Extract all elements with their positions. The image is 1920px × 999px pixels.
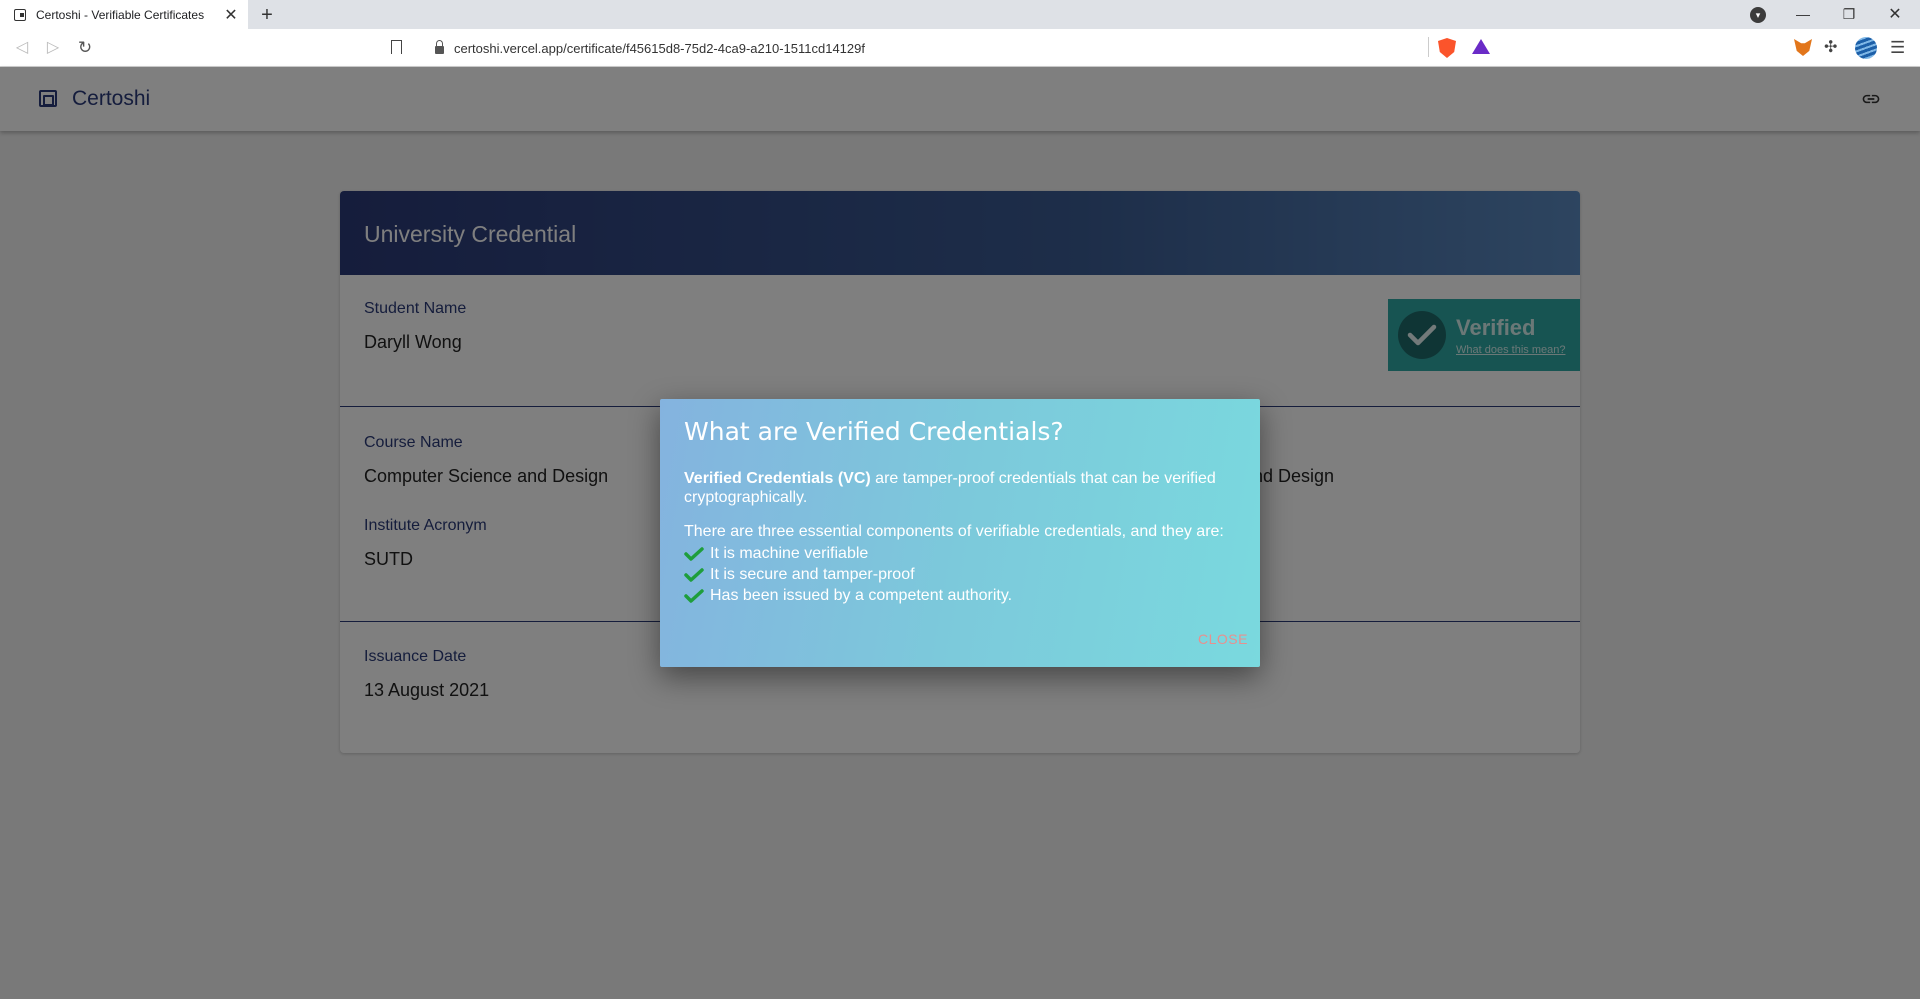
address-bar-divider [1428,37,1429,57]
browser-toolbar: ◁ ▷ ↻ certoshi.vercel.app/certificate/f4… [0,29,1920,67]
dialog-intro: Verified Credentials (VC) are tamper-pro… [684,469,1244,507]
window-close-icon[interactable]: ✕ [1872,0,1918,29]
extensions-puzzle-icon[interactable]: ✣ [1824,39,1841,56]
tab-search-icon[interactable]: ▾ [1750,7,1766,23]
forward-icon[interactable]: ▷ [42,37,64,59]
component-text: It is machine verifiable [710,545,869,562]
list-item: It is machine verifiable [684,543,1244,564]
components-intro: There are three essential components of … [684,523,1224,540]
close-button[interactable]: CLOSE [1198,631,1248,647]
vc-term: Verified Credentials (VC) [684,470,871,487]
dialog-body: Verified Credentials (VC) are tamper-pro… [684,469,1244,606]
browser-tab[interactable]: Certoshi - Verifiable Certificates ✕ [0,0,248,29]
url-text[interactable]: certoshi.vercel.app/certificate/f45615d8… [454,41,865,56]
tab-title: Certoshi - Verifiable Certificates [36,7,205,22]
tab-close-icon[interactable]: ✕ [220,5,242,25]
green-check-icon [684,546,704,561]
dialog-title: What are Verified Credentials? [684,417,1064,446]
wallet-favicon-icon [14,8,26,21]
component-text: It is secure and tamper-proof [710,566,915,583]
verified-credentials-dialog: What are Verified Credentials? Verified … [660,399,1260,667]
reload-icon[interactable]: ↻ [74,37,96,59]
browser-tabstrip: Certoshi - Verifiable Certificates ✕ + ▾… [0,0,1920,29]
restore-icon[interactable]: ❐ [1826,0,1872,29]
minimize-icon[interactable]: — [1780,0,1826,29]
green-check-icon [684,588,704,603]
list-item: Has been issued by a competent authority… [684,585,1244,606]
bookmark-icon[interactable] [391,40,402,54]
brave-rewards-icon[interactable] [1472,39,1490,54]
component-text: Has been issued by a competent authority… [710,587,1013,604]
browser-menu-icon[interactable]: ☰ [1890,38,1905,58]
new-tab-button[interactable]: + [255,3,279,27]
address-bar[interactable]: certoshi.vercel.app/certificate/f45615d8… [420,35,1500,61]
list-item: It is secure and tamper-proof [684,564,1244,585]
back-icon[interactable]: ◁ [11,37,33,59]
metamask-extension-icon[interactable] [1794,39,1812,56]
lock-icon[interactable] [435,40,444,54]
profile-avatar-icon[interactable] [1855,37,1877,59]
green-check-icon [684,567,704,582]
